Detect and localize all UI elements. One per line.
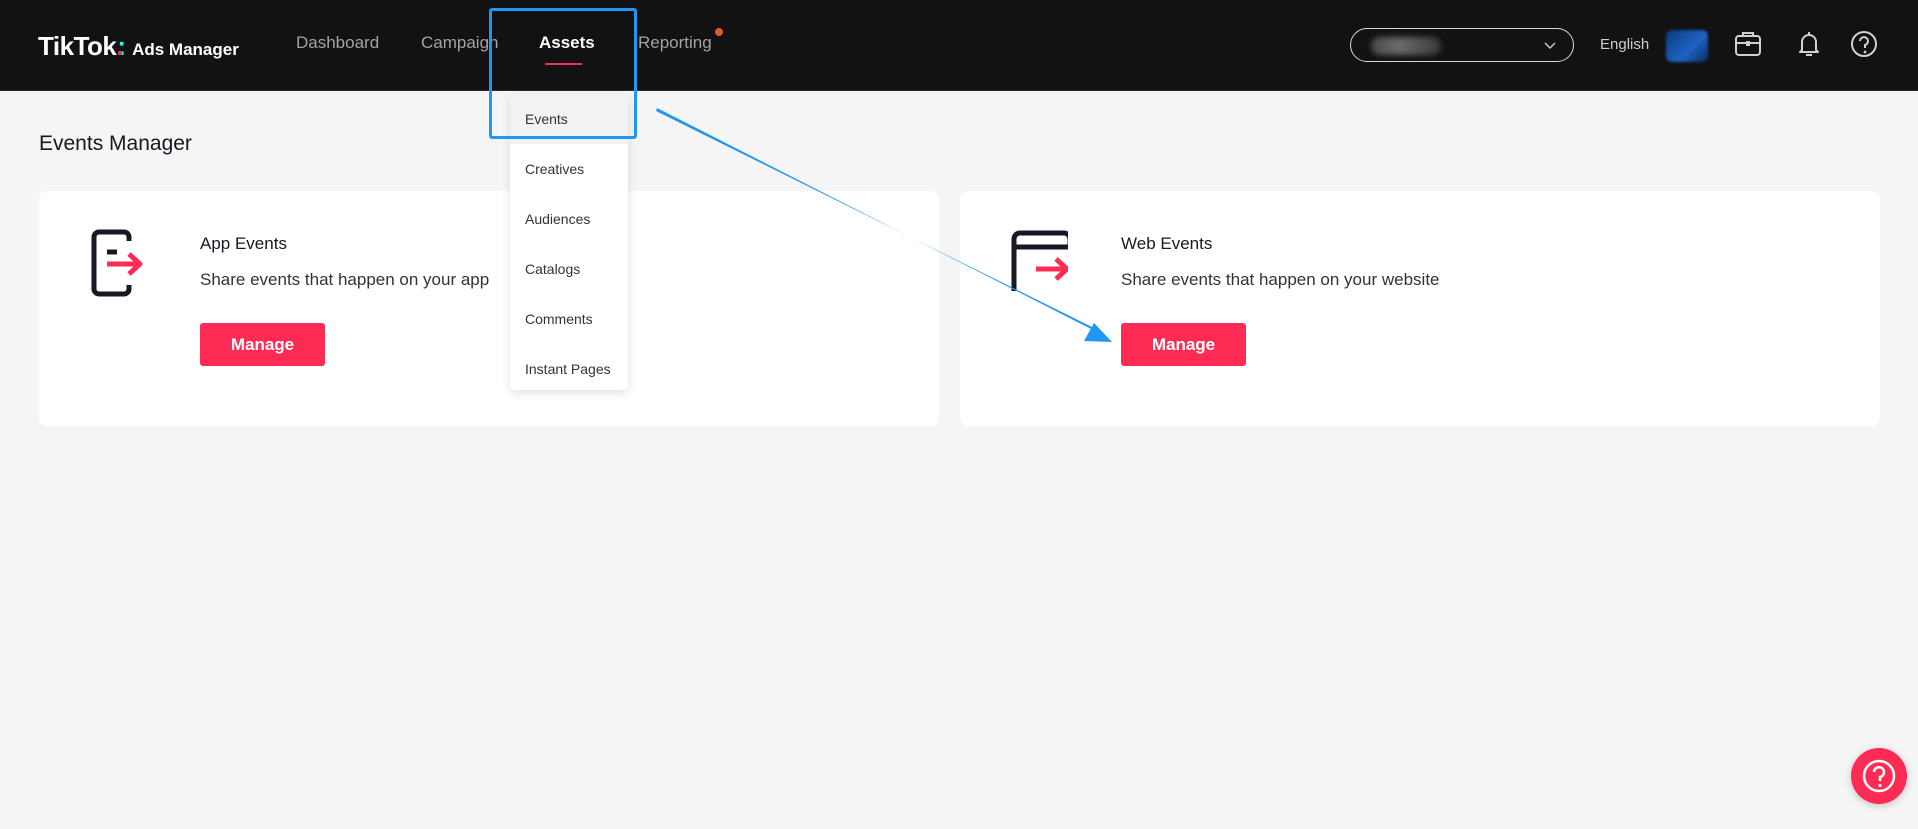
app-events-icon [91,229,143,297]
chevron-down-icon [1544,42,1556,49]
menu-item-catalogs[interactable]: Catalogs [510,244,628,294]
logo-colon-mark: : [117,31,127,61]
logo-product: Ads Manager [132,40,239,59]
nav-reporting[interactable]: Reporting [638,33,712,53]
account-selector[interactable] [1350,28,1574,62]
app-events-card: App Events Share events that happen on y… [39,191,939,426]
app-events-description: Share events that happen on your app [200,270,490,289]
tiktok-ads-manager-logo[interactable]: TikTok : Ads Manager [38,31,239,63]
menu-item-creatives[interactable]: Creatives [510,144,628,194]
menu-item-events[interactable]: Events [510,94,628,144]
app-events-manage-button[interactable]: Manage [200,323,325,366]
nav-dashboard[interactable]: Dashboard [296,33,379,53]
web-events-title: Web Events [1121,234,1213,253]
top-header: TikTok : Ads Manager Dashboard Campaign … [0,0,1918,91]
web-events-description: Share events that happen on your website [1121,270,1440,289]
notification-dot [715,28,723,36]
avatar[interactable] [1666,30,1708,62]
help-icon[interactable] [1848,28,1880,60]
app-events-title: App Events [200,234,287,253]
menu-item-comments[interactable]: Comments [510,294,628,344]
menu-item-instant-pages[interactable]: Instant Pages [510,344,628,394]
help-chat-button[interactable] [1851,748,1907,804]
language-switcher[interactable]: English [1600,36,1649,53]
web-events-card: Web Events Share events that happen on y… [960,191,1880,426]
account-name-redacted [1371,37,1441,55]
page-title: Events Manager [39,132,192,155]
menu-item-audiences[interactable]: Audiences [510,194,628,244]
briefcase-icon[interactable] [1732,28,1764,60]
nav-assets[interactable]: Assets [539,33,595,53]
nav-campaign[interactable]: Campaign [421,33,499,53]
web-events-manage-button[interactable]: Manage [1121,323,1246,366]
bell-icon[interactable] [1793,28,1825,60]
web-events-icon [1011,230,1068,291]
assets-dropdown-menu: Events Creatives Audiences Catalogs Comm… [510,94,628,390]
logo-brand: TikTok [38,31,117,61]
question-icon [1862,759,1896,793]
nav-active-underline [545,63,582,65]
